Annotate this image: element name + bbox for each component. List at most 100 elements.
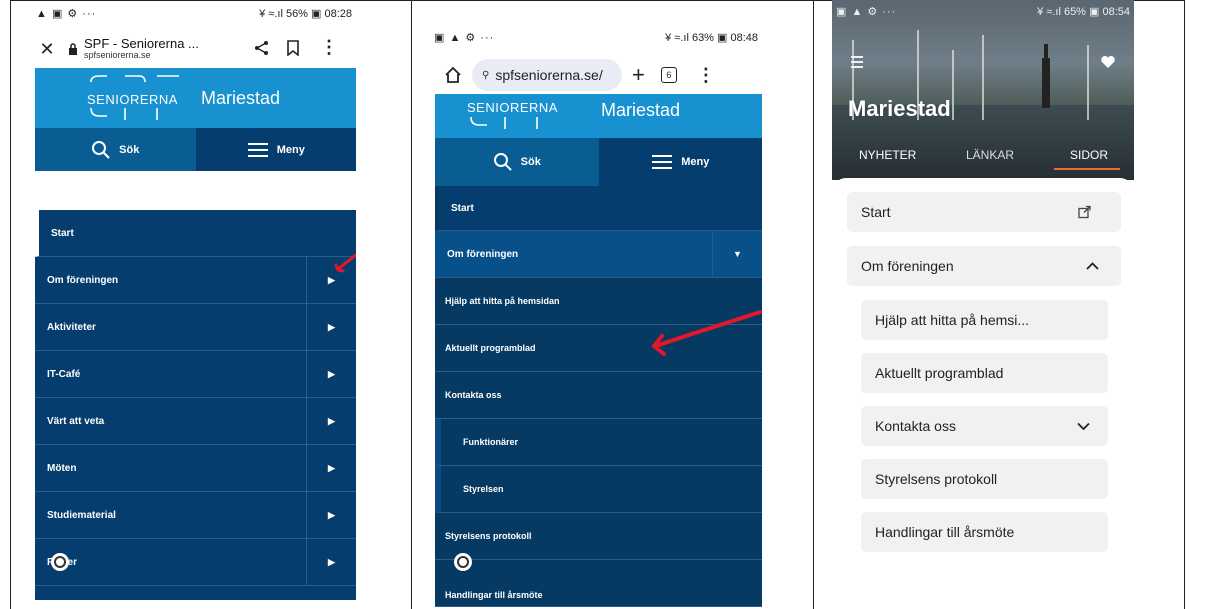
- close-icon[interactable]: ✕: [32, 39, 62, 60]
- spf-logo[interactable]: SENIORERNA: [467, 94, 563, 131]
- search-tab[interactable]: Sök: [35, 128, 196, 171]
- menu-item-label: IT-Café: [47, 368, 81, 380]
- submenu-item-protokoll[interactable]: Styrelsens protokoll: [435, 513, 762, 560]
- chevron-down-icon[interactable]: [1077, 422, 1090, 430]
- submenu-item-label: Styrelsens protokoll: [445, 531, 532, 541]
- top-tabs: NYHETER LÄNKAR SIDOR: [832, 146, 1134, 172]
- status-icons-right: ¥ ≈.ıl 65% ▣ 08:54: [1037, 5, 1130, 18]
- more-options-icon[interactable]: ⋮: [320, 37, 338, 58]
- panel-divider: [411, 0, 412, 609]
- tab-sidor[interactable]: SIDOR: [1070, 148, 1108, 162]
- search-tab-label: Sök: [520, 156, 541, 168]
- url-text: spfseniorerna.se/: [495, 67, 603, 83]
- boat-mast: [1087, 45, 1089, 120]
- phone-screen-2: ▣ ▲ ⚙ ··· ¥ ≈.ıl 63% ▣ 08:48 ⚲ spfsenior…: [430, 0, 762, 609]
- collapse-arrow-icon[interactable]: ▼: [712, 231, 762, 277]
- submenu-item-funktionarer[interactable]: Funktionärer: [435, 419, 762, 466]
- status-icons-right: ¥ ≈.ıl 56% ▣ 08:28: [259, 7, 352, 20]
- submenu-item-label: Handlingar till årsmöte: [445, 590, 543, 600]
- page-title: SPF - Seniorerna ...: [84, 35, 199, 51]
- tab-nyheter[interactable]: NYHETER: [859, 148, 916, 162]
- submenu-item-kontakta[interactable]: Kontakta oss: [435, 372, 762, 419]
- menu-item-label: Möten: [47, 462, 77, 474]
- phone-screen-1: ▲ ▣ ⚙ ··· ¥ ≈.ıl 56% ▣ 08:28 ✕ SPF - Sen…: [32, 0, 356, 609]
- menu-item-om-foreningen[interactable]: Om föreningen ▶: [35, 257, 356, 304]
- list-item-label: Styrelsens protokoll: [875, 471, 998, 487]
- list-item-handlingar[interactable]: Handlingar till årsmöte: [861, 512, 1108, 552]
- tab-lankar[interactable]: LÄNKAR: [966, 148, 1014, 162]
- share-icon[interactable]: [254, 40, 270, 56]
- list-item-protokoll[interactable]: Styrelsens protokoll: [861, 459, 1108, 499]
- list-item-label: Handlingar till årsmöte: [875, 524, 1015, 540]
- site-tab-row: Sök Meny: [435, 138, 762, 186]
- nav-menu: Start Om föreningen ▶ Aktiviteter ▶ IT-Caf…: [35, 210, 356, 600]
- page-title-block[interactable]: SPF - Seniorerna ... spfseniorerna.se: [84, 35, 199, 61]
- status-bar: ▣ ▲ ⚙ ··· ¥ ≈.ıl 63% ▣ 08:48: [430, 26, 762, 48]
- list-item-label: Kontakta oss: [875, 418, 956, 434]
- submenu-item-handlingar[interactable]: Handlingar till årsmöte: [435, 560, 762, 607]
- list-item-start[interactable]: Start: [847, 192, 1121, 232]
- menu-item-studiematerial[interactable]: Studiematerial ▶: [35, 492, 356, 539]
- settings-gear-button[interactable]: [51, 553, 69, 571]
- home-icon[interactable]: [444, 66, 462, 84]
- menu-item-label: Om föreningen: [447, 248, 519, 260]
- chevron-up-icon[interactable]: [1086, 262, 1099, 270]
- expand-arrow-icon[interactable]: ▶: [306, 492, 356, 538]
- menu-item-aktiviteter[interactable]: Aktiviteter ▶: [35, 304, 356, 351]
- submenu-item-label: Styrelsen: [463, 484, 504, 494]
- page-list: Start Om föreningen Hjälp att hitta på h…: [832, 178, 1134, 609]
- search-tab-label: Sök: [119, 143, 140, 156]
- expand-arrow-icon[interactable]: ▶: [306, 539, 356, 585]
- menu-item-label: Start: [451, 202, 474, 214]
- more-options-icon[interactable]: ⋮: [697, 65, 715, 86]
- menu-tab[interactable]: Meny: [195, 128, 356, 171]
- tab-count-button[interactable]: 6: [660, 67, 677, 83]
- spf-logo[interactable]: SENIORERNA: [87, 72, 183, 124]
- boat-mast: [982, 35, 984, 120]
- submenu-item-label: Hjälp att hitta på hemsidan: [445, 296, 560, 306]
- menu-item-moten[interactable]: Möten ▶: [35, 445, 356, 492]
- expand-arrow-icon[interactable]: ▶: [306, 445, 356, 491]
- heart-icon[interactable]: [1100, 55, 1116, 69]
- search-tab[interactable]: Sök: [435, 138, 599, 186]
- spf-logo-text: SENIORERNA: [87, 92, 178, 107]
- list-item-om-foreningen[interactable]: Om föreningen: [847, 246, 1121, 286]
- page-domain: spfseniorerna.se: [84, 50, 151, 61]
- boat-mast: [952, 50, 954, 120]
- nav-menu: Start Om föreningen ▼ Hjälp att hitta på …: [435, 186, 762, 607]
- bookmark-icon[interactable]: [286, 40, 300, 56]
- submenu-item-label: Kontakta oss: [445, 390, 502, 400]
- submenu-item-label: Aktuellt programblad: [445, 343, 536, 353]
- submenu-item-styrelsen[interactable]: Styrelsen: [435, 466, 762, 513]
- menu-item-start[interactable]: Start: [435, 186, 762, 231]
- site-header: SENIORERNA Mariestad: [435, 94, 762, 138]
- list-item-label: Start: [861, 204, 891, 220]
- church-spire: [1044, 44, 1048, 60]
- menu-item-it-cafe[interactable]: IT-Café ▶: [35, 351, 356, 398]
- menu-item-start[interactable]: Start: [35, 210, 356, 257]
- list-item-kontakta[interactable]: Kontakta oss: [861, 406, 1108, 446]
- status-bar: ▣ ▲ ⚙ ··· ¥ ≈.ıl 65% ▣ 08:54: [832, 0, 1134, 22]
- hamburger-icon: [247, 142, 269, 158]
- url-field[interactable]: ⚲ spfseniorerna.se/: [472, 59, 622, 91]
- page-title: Mariestad: [848, 96, 951, 121]
- site-tab-row: Sök Meny: [35, 128, 356, 171]
- hamburger-icon[interactable]: [850, 56, 864, 68]
- list-item-aktuellt[interactable]: Aktuellt programblad: [861, 353, 1108, 393]
- expand-arrow-icon[interactable]: ▶: [306, 398, 356, 444]
- menu-tab[interactable]: Meny: [598, 138, 762, 186]
- lock-icon: [68, 43, 78, 55]
- menu-item-vart-att-veta[interactable]: Värt att veta ▶: [35, 398, 356, 445]
- expand-arrow-icon[interactable]: ▶: [306, 304, 356, 350]
- list-item-hjalp[interactable]: Hjälp att hitta på hemsi...: [861, 300, 1108, 340]
- menu-item-label: Värt att veta: [47, 415, 105, 427]
- status-icons-left: ▣ ▲ ⚙ ···: [836, 5, 897, 18]
- menu-item-label: Om föreningen: [47, 274, 119, 286]
- settings-gear-button[interactable]: [454, 553, 472, 571]
- annotation-arrow-icon: [651, 310, 762, 356]
- expand-arrow-icon[interactable]: ▶: [306, 351, 356, 397]
- menu-item-partial[interactable]: F ner▶: [35, 539, 356, 586]
- new-tab-icon[interactable]: +: [632, 62, 645, 88]
- panel-divider: [813, 0, 814, 609]
- menu-item-om-foreningen[interactable]: Om föreningen ▼: [435, 231, 762, 278]
